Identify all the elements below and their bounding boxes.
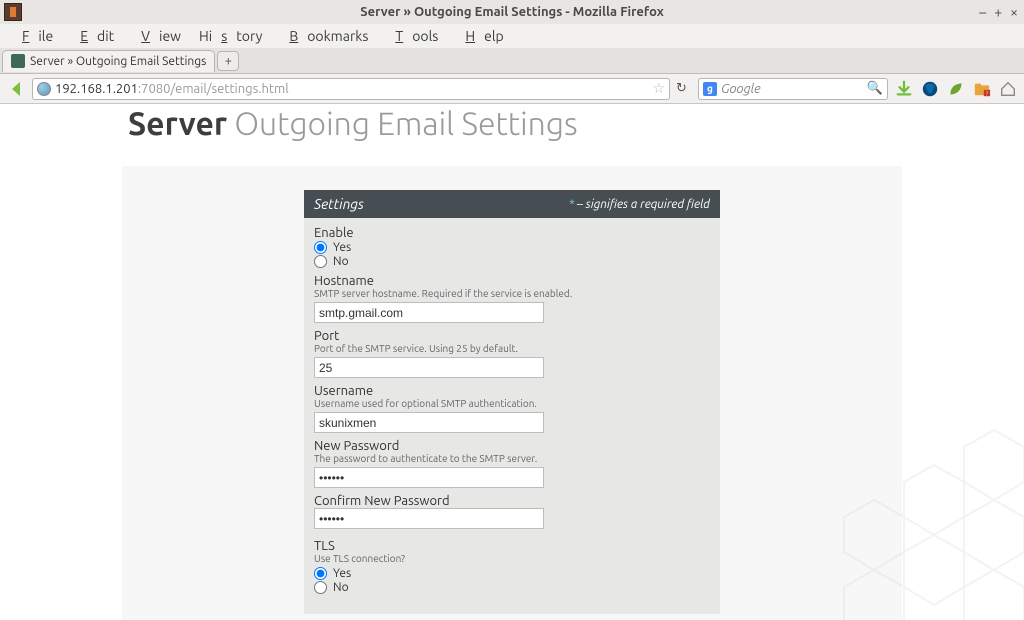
menu-bookmarks[interactable]: Bookmarks	[271, 26, 377, 46]
site-identity-icon[interactable]	[37, 82, 51, 96]
menu-tools[interactable]: Tools	[377, 26, 447, 46]
menu-file[interactable]: File	[4, 26, 62, 46]
search-icon[interactable]: 🔍	[867, 81, 883, 96]
new-password-input[interactable]	[314, 467, 544, 488]
port-help: Port of the SMTP service. Using 25 by de…	[314, 343, 710, 354]
tls-no-label: No	[333, 581, 349, 594]
hostname-help: SMTP server hostname. Required if the se…	[314, 288, 710, 299]
search-engine-icon[interactable]: g	[703, 82, 717, 96]
search-bar[interactable]: g Google 🔍	[698, 78, 888, 100]
new-password-label: New Password	[314, 439, 710, 453]
page-viewport: Server Outgoing Email Settings Settings …	[0, 104, 1024, 620]
enable-no-label: No	[333, 255, 349, 268]
close-icon[interactable]: ×	[1010, 4, 1018, 20]
confirm-password-label: Confirm New Password	[314, 494, 710, 508]
tls-group: TLS Use TLS connection? Yes No	[314, 539, 710, 594]
new-password-group: New Password The password to authenticat…	[314, 439, 710, 488]
home-icon[interactable]	[998, 79, 1018, 99]
app-icon	[4, 3, 22, 21]
window-titlebar: Server » Outgoing Email Settings - Mozil…	[0, 0, 1024, 24]
panel-header: Settings * – signifies a required field	[304, 190, 720, 218]
new-password-help: The password to authenticate to the SMTP…	[314, 453, 710, 464]
browser-tab[interactable]: Server » Outgoing Email Settings	[2, 50, 215, 72]
tls-yes-radio[interactable]	[314, 567, 327, 580]
enable-yes-label: Yes	[333, 241, 351, 254]
port-group: Port Port of the SMTP service. Using 25 …	[314, 329, 710, 378]
username-label: Username	[314, 384, 710, 398]
downloads-icon[interactable]	[894, 79, 914, 99]
page-heading: Server Outgoing Email Settings	[128, 106, 902, 142]
back-button[interactable]	[6, 79, 26, 99]
port-input[interactable]	[314, 357, 544, 378]
enable-yes-radio[interactable]	[314, 241, 327, 254]
enable-label: Enable	[314, 226, 710, 240]
tls-no-radio[interactable]	[314, 581, 327, 594]
username-help: Username used for optional SMTP authenti…	[314, 398, 710, 409]
port-label: Port	[314, 329, 710, 343]
addon-folder-icon[interactable]: ?	[972, 79, 992, 99]
minimize-icon[interactable]: –	[979, 4, 986, 20]
hostname-input[interactable]	[314, 302, 544, 323]
tab-title: Server » Outgoing Email Settings	[30, 55, 206, 68]
addon-globe-icon[interactable]	[920, 79, 940, 99]
menubar: File Edit View History Bookmarks Tools H…	[0, 24, 1024, 48]
tab-bar: Server » Outgoing Email Settings +	[0, 48, 1024, 74]
page-title: Outgoing Email Settings	[234, 106, 577, 142]
breadcrumb-root: Server	[128, 106, 227, 142]
settings-panel: Settings * – signifies a required field …	[304, 190, 720, 620]
new-tab-button[interactable]: +	[217, 51, 239, 71]
tls-help: Use TLS connection?	[314, 553, 710, 564]
addon-leaf-icon[interactable]	[946, 79, 966, 99]
hostname-group: Hostname SMTP server hostname. Required …	[314, 274, 710, 323]
menu-edit[interactable]: Edit	[62, 26, 123, 46]
url-text: 192.168.1.201:7080/email/settings.html	[55, 82, 648, 96]
maximize-icon[interactable]: +	[994, 4, 1002, 20]
tls-label: TLS	[314, 539, 710, 553]
reload-button[interactable]: ↻	[676, 81, 692, 96]
hostname-label: Hostname	[314, 274, 710, 288]
menu-help[interactable]: Help	[447, 26, 512, 46]
window-title: Server » Outgoing Email Settings - Mozil…	[360, 5, 664, 19]
nav-toolbar: 192.168.1.201:7080/email/settings.html ☆…	[0, 74, 1024, 104]
confirm-password-group: Confirm New Password	[314, 494, 710, 529]
required-field-note: * – signifies a required field	[569, 198, 710, 211]
search-placeholder: Google	[721, 82, 863, 96]
enable-group: Enable Yes No	[314, 226, 710, 268]
tls-yes-label: Yes	[333, 567, 351, 580]
menu-history[interactable]: History	[190, 26, 271, 46]
bookmark-star-icon[interactable]: ☆	[652, 80, 665, 97]
panel-title: Settings	[314, 196, 364, 212]
svg-text:?: ?	[986, 91, 988, 97]
url-bar[interactable]: 192.168.1.201:7080/email/settings.html ☆	[32, 78, 670, 100]
menu-view[interactable]: View	[123, 26, 190, 46]
username-group: Username Username used for optional SMTP…	[314, 384, 710, 433]
username-input[interactable]	[314, 412, 544, 433]
confirm-password-input[interactable]	[314, 508, 544, 529]
enable-no-radio[interactable]	[314, 255, 327, 268]
tab-favicon	[11, 54, 25, 68]
